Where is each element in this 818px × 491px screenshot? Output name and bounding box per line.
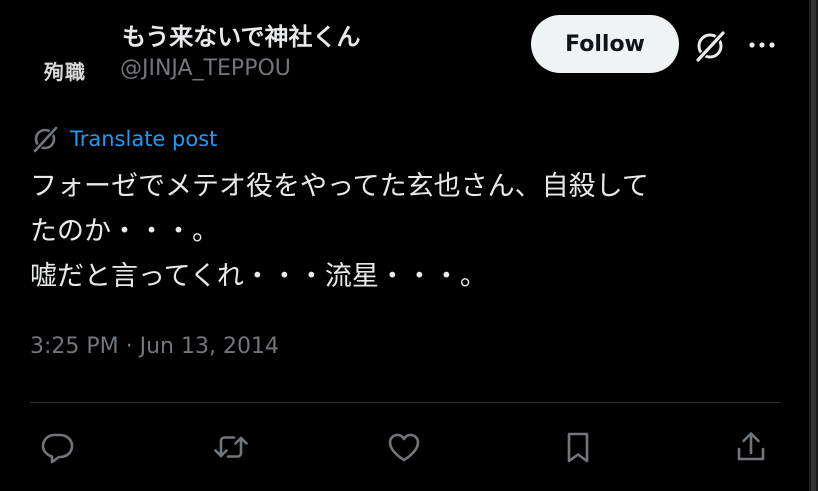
scrollbar[interactable] (809, 0, 818, 491)
grok-icon (33, 126, 58, 153)
divider (30, 402, 780, 403)
author-display-name[interactable]: もう来ないで神社くん (122, 17, 361, 52)
avatar-text: 殉職 (44, 59, 86, 84)
post-text-line: 嘘だと言ってくれ・・・流星・・・。 (30, 261, 487, 292)
scrollbar-thumb[interactable] (811, 0, 816, 491)
follow-button[interactable]: Follow (531, 15, 679, 73)
avatar[interactable]: 殉職 (32, 50, 98, 90)
post-text-line: たのか・・・。 (30, 216, 219, 247)
reply-button[interactable] (35, 425, 79, 469)
post-text: フォーゼでメテオ役をやってた玄也さん、自殺して たのか・・・。 嘘だと言ってくれ… (30, 164, 790, 299)
like-button[interactable] (382, 425, 426, 469)
post-text-line: フォーゼでメテオ役をやってた玄也さん、自殺して (30, 171, 649, 202)
author-handle[interactable]: @JINJA_TEPPOU (120, 56, 291, 81)
post-timestamp[interactable]: 3:25 PM · Jun 13, 2014 (30, 334, 279, 359)
repost-button[interactable] (209, 425, 253, 469)
translate-post-label: Translate post (70, 127, 218, 151)
bookmark-button[interactable] (556, 425, 600, 469)
share-icon (737, 432, 765, 461)
like-icon (388, 433, 420, 462)
share-button[interactable] (729, 425, 773, 469)
grok-icon[interactable] (692, 28, 728, 64)
repost-icon (214, 436, 248, 458)
translate-post-link[interactable]: Translate post (30, 124, 217, 154)
reply-icon (41, 433, 74, 464)
more-icon[interactable] (745, 33, 779, 57)
bookmark-icon (567, 432, 589, 463)
